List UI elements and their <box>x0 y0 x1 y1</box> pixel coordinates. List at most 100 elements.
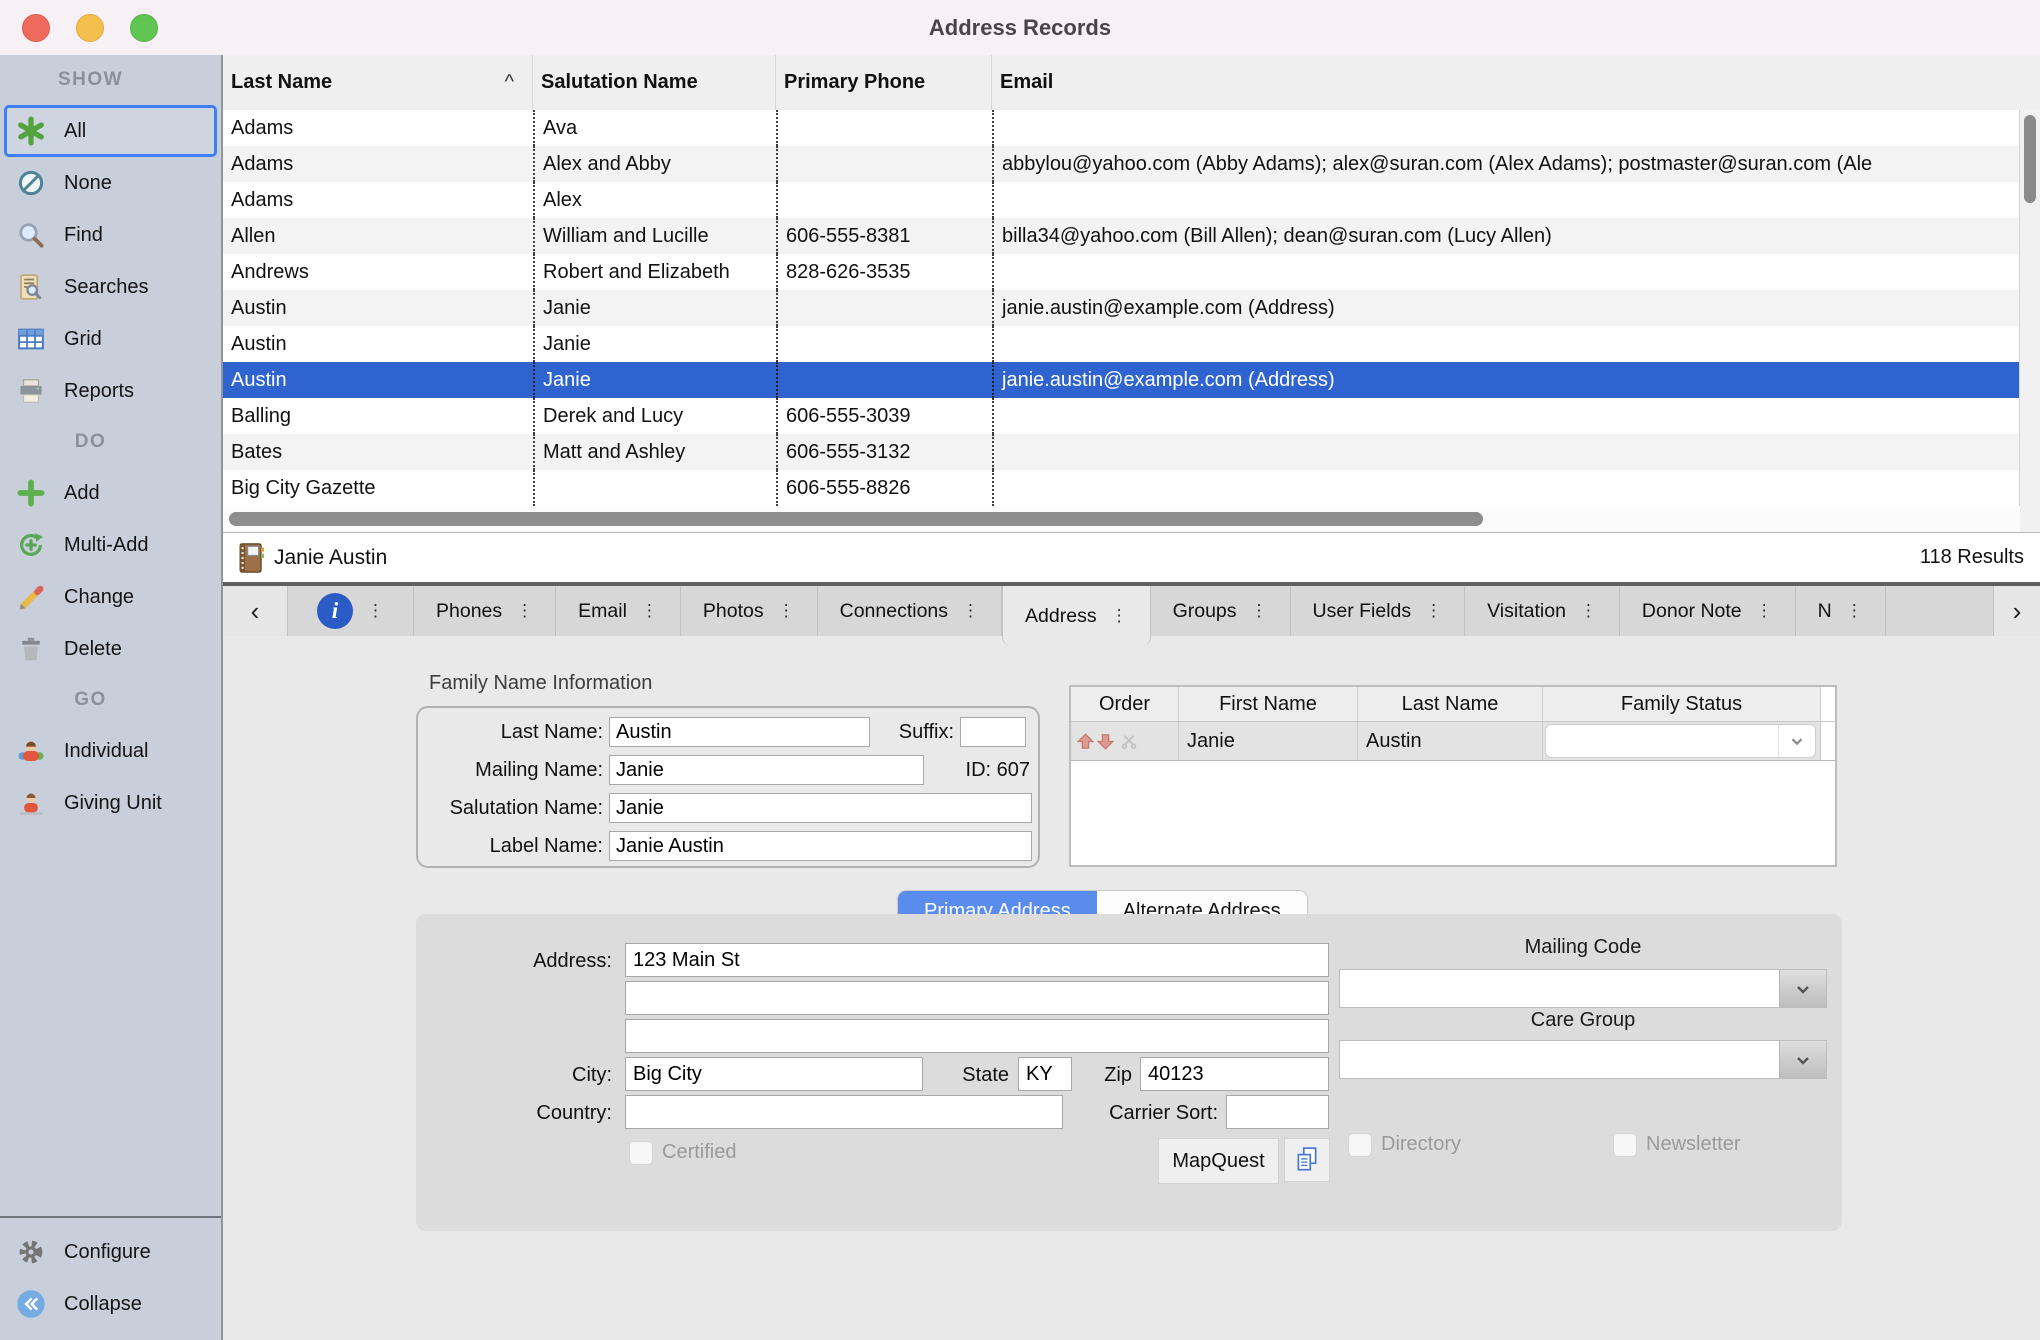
member-order-cell <box>1071 722 1179 760</box>
tab-menu-dots-icon[interactable]: ⋮ <box>1425 601 1442 621</box>
last-name-field[interactable] <box>609 717 870 747</box>
chevron-down-icon[interactable] <box>1779 1041 1826 1078</box>
horizontal-scrollbar-thumb[interactable] <box>229 512 1483 526</box>
newsletter-checkbox[interactable] <box>1613 1133 1637 1157</box>
tab-groups[interactable]: Groups⋮ <box>1151 586 1291 636</box>
table-row[interactable]: AdamsAlex <box>223 182 2020 218</box>
tab-menu-dots-icon[interactable]: ⋮ <box>778 601 795 621</box>
sort-ascending-icon[interactable]: ^ <box>505 71 514 94</box>
zoom-button[interactable] <box>130 14 158 42</box>
minimize-button[interactable] <box>76 14 104 42</box>
table-row[interactable]: BallingDerek and Lucy606-555-3039 <box>223 398 2020 434</box>
detach-scissors-icon[interactable] <box>1121 733 1137 749</box>
address-line2-field[interactable] <box>625 981 1329 1015</box>
table-cell: Balling <box>223 398 533 434</box>
close-button[interactable] <box>22 14 50 42</box>
sidebar-item-giving-unit[interactable]: Giving Unit <box>0 777 221 829</box>
table-row[interactable]: AustinJaniejanie.austin@example.com (Add… <box>223 362 2020 398</box>
label-name-field[interactable] <box>609 831 1032 861</box>
sidebar-item-searches[interactable]: Searches <box>0 261 221 313</box>
vertical-scrollbar-thumb[interactable] <box>2024 115 2036 203</box>
mailing-name-field[interactable] <box>609 755 924 785</box>
searches-icon <box>14 270 48 304</box>
column-header-email[interactable]: Email <box>992 55 2040 110</box>
column-header-primary-phone[interactable]: Primary Phone <box>776 55 992 110</box>
sidebar-item-none[interactable]: None <box>0 157 221 209</box>
sidebar-item-multi-add[interactable]: Multi-Add <box>0 519 221 571</box>
tab-address[interactable]: Address⋮ <box>1002 586 1151 646</box>
certified-label: Certified <box>662 1141 736 1164</box>
chevron-down-icon[interactable] <box>1779 970 1826 1007</box>
sidebar-item-grid[interactable]: Grid <box>0 313 221 365</box>
suffix-field[interactable] <box>960 717 1026 747</box>
tab-user-fields[interactable]: User Fields⋮ <box>1291 586 1466 636</box>
vertical-scrollbar[interactable] <box>2019 110 2040 532</box>
sidebar-item-add[interactable]: Add <box>0 467 221 519</box>
add-icon <box>14 476 48 510</box>
carrier-sort-field[interactable] <box>1226 1095 1329 1129</box>
address-book-icon <box>234 541 266 575</box>
salutation-name-field[interactable] <box>609 793 1032 823</box>
care-group-dropdown[interactable] <box>1339 1040 1827 1079</box>
sidebar-item-configure[interactable]: Configure <box>0 1226 221 1278</box>
tab-n[interactable]: N⋮ <box>1796 586 1886 636</box>
move-down-icon[interactable] <box>1097 733 1114 750</box>
table-row[interactable]: AndrewsRobert and Elizabeth828-626-3535 <box>223 254 2020 290</box>
address-line3-field[interactable] <box>625 1019 1329 1053</box>
directory-checkbox[interactable] <box>1348 1133 1372 1157</box>
address-line1-field[interactable] <box>625 943 1329 977</box>
tab-menu-dots-icon[interactable]: ⋮ <box>1251 601 1268 621</box>
chevron-down-icon[interactable] <box>1778 725 1815 757</box>
table-row[interactable]: AdamsAlex and Abbyabbylou@yahoo.com (Abb… <box>223 146 2020 182</box>
column-header-salutation-name[interactable]: Salutation Name <box>533 55 776 110</box>
family-status-dropdown[interactable] <box>1545 724 1816 758</box>
move-up-icon[interactable] <box>1077 733 1094 750</box>
table-cell <box>992 326 2020 362</box>
mapquest-button[interactable]: MapQuest <box>1158 1138 1279 1184</box>
certified-checkbox[interactable] <box>629 1141 653 1165</box>
tab-connections[interactable]: Connections⋮ <box>818 586 1002 636</box>
tab-menu-dots-icon[interactable]: ⋮ <box>1111 606 1128 626</box>
family-member-row[interactable]: Janie Austin <box>1071 722 1835 761</box>
table-row[interactable]: AdamsAva <box>223 110 2020 146</box>
tab-menu-dots-icon[interactable]: ⋮ <box>641 601 658 621</box>
sidebar-item-change[interactable]: Change <box>0 571 221 623</box>
copy-address-button[interactable] <box>1284 1138 1330 1182</box>
table-cell <box>992 182 2020 218</box>
tab-info[interactable]: i ⋮ <box>288 586 414 636</box>
country-field[interactable] <box>625 1095 1063 1129</box>
table-row[interactable]: AustinJaniejanie.austin@example.com (Add… <box>223 290 2020 326</box>
sidebar-item-collapse[interactable]: Collapse <box>0 1278 221 1330</box>
tab-phones[interactable]: Phones⋮ <box>414 586 556 636</box>
tab-menu-dots-icon[interactable]: ⋮ <box>516 601 533 621</box>
tabs-scroll-back-button[interactable]: ‹ <box>223 586 288 636</box>
tab-photos[interactable]: Photos⋮ <box>681 586 818 636</box>
tab-donor-note[interactable]: Donor Note⋮ <box>1620 586 1796 636</box>
horizontal-scrollbar[interactable] <box>223 506 2020 532</box>
sidebar-item-all[interactable]: All <box>4 105 217 157</box>
tab-menu-dots-icon[interactable]: ⋮ <box>1756 601 1773 621</box>
table-row[interactable]: Big City Gazette606-555-8826 <box>223 470 2020 506</box>
table-cell <box>776 290 992 326</box>
tab-menu-dots-icon[interactable]: ⋮ <box>367 601 384 621</box>
tabs-scroll-forward-button[interactable]: › <box>1993 586 2040 636</box>
care-group-label: Care Group <box>1339 1009 1827 1032</box>
zip-field[interactable] <box>1140 1057 1329 1091</box>
sidebar-item-delete[interactable]: Delete <box>0 623 221 675</box>
mailing-code-dropdown[interactable] <box>1339 969 1827 1008</box>
city-field[interactable] <box>625 1057 923 1091</box>
sidebar-item-individual[interactable]: Individual <box>0 725 221 777</box>
tab-menu-dots-icon[interactable]: ⋮ <box>962 601 979 621</box>
tab-visitation[interactable]: Visitation⋮ <box>1465 586 1620 636</box>
table-row[interactable]: AllenWilliam and Lucille606-555-8381bill… <box>223 218 2020 254</box>
tab-menu-dots-icon[interactable]: ⋮ <box>1846 601 1863 621</box>
tab-email[interactable]: Email⋮ <box>556 586 681 636</box>
column-header-last-name[interactable]: Last Name ^ <box>223 55 533 110</box>
table-row[interactable]: BatesMatt and Ashley606-555-3132 <box>223 434 2020 470</box>
member-first-name-cell[interactable]: Janie <box>1179 722 1358 760</box>
sidebar-item-find[interactable]: Find <box>0 209 221 261</box>
table-row[interactable]: AustinJanie <box>223 326 2020 362</box>
tab-menu-dots-icon[interactable]: ⋮ <box>1580 601 1597 621</box>
member-last-name-cell[interactable]: Austin <box>1358 722 1543 760</box>
sidebar-item-reports[interactable]: Reports <box>0 365 221 417</box>
